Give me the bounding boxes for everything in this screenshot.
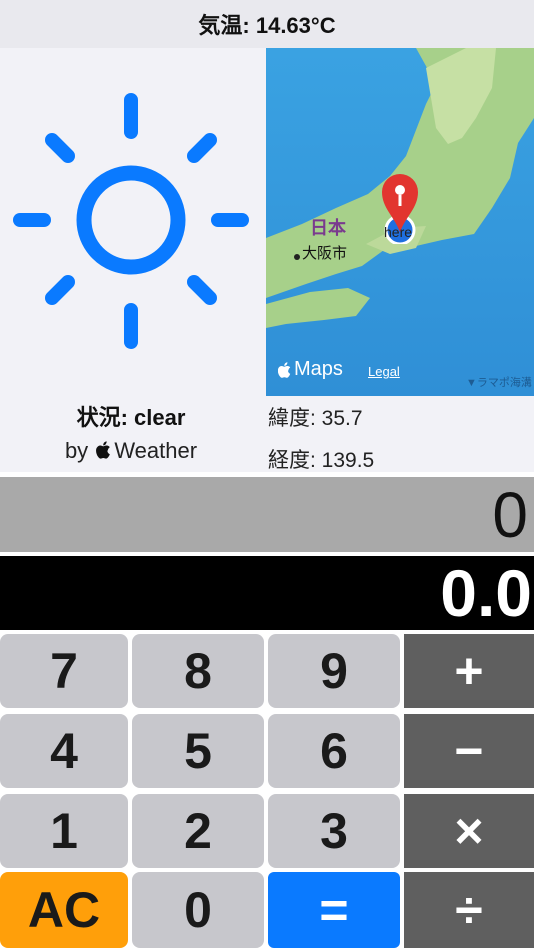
key-9[interactable]: 9 [268, 634, 400, 708]
key-8[interactable]: 8 [132, 634, 264, 708]
main-display-value: 0.0 [440, 556, 532, 630]
key-equals[interactable]: = [268, 872, 400, 948]
sun-icon [13, 93, 249, 349]
longitude-label: 経度: 139.5 [268, 449, 375, 472]
main-display: 0.0 [0, 556, 534, 630]
key-1[interactable]: 1 [0, 794, 128, 868]
latitude-label: 緯度: 35.7 [268, 407, 363, 430]
weather-panel [0, 48, 266, 396]
key-3[interactable]: 3 [268, 794, 400, 868]
key-plus[interactable]: + [404, 634, 534, 708]
keypad: 7 8 9 + 4 5 6 − 1 2 3 × AC 0 = ÷ [0, 632, 534, 950]
key-4[interactable]: 4 [0, 714, 128, 788]
map-corner-label: ▼ラマポ海溝 [466, 377, 532, 389]
key-0[interactable]: 0 [132, 872, 264, 948]
key-5[interactable]: 5 [132, 714, 264, 788]
map-pin-label: here [384, 224, 413, 240]
key-6[interactable]: 6 [268, 714, 400, 788]
maps-brand: Maps [294, 358, 343, 380]
key-ac[interactable]: AC [0, 872, 128, 948]
temperature-label: 気温: 14.63°C [198, 13, 336, 38]
map-city-dot [294, 254, 300, 260]
key-minus[interactable]: − [404, 714, 534, 788]
key-multiply[interactable]: × [404, 794, 534, 868]
maps-logo: Maps [278, 358, 343, 381]
key-2[interactable]: 2 [132, 794, 264, 868]
attribution-service: Weather [114, 438, 198, 463]
map-country-label: 日本 [310, 218, 346, 238]
apple-icon [278, 361, 291, 378]
map-legal-link[interactable]: Legal [368, 364, 400, 379]
weather-condition: 状況: clear [76, 405, 186, 430]
weather-attribution: by Weather [0, 438, 262, 464]
attribution-prefix: by [64, 438, 89, 463]
secondary-display: 0 [0, 477, 534, 552]
location-map[interactable]: 日本 大阪市 here Maps Legal ▼ラマポ海溝 [266, 48, 534, 396]
key-divide[interactable]: ÷ [404, 872, 534, 948]
key-7[interactable]: 7 [0, 634, 128, 708]
secondary-display-value: 0 [492, 478, 528, 551]
temperature-header: 気温: 14.63°C [0, 0, 534, 48]
apple-icon [96, 441, 111, 459]
map-city-label: 大阪市 [302, 245, 348, 262]
